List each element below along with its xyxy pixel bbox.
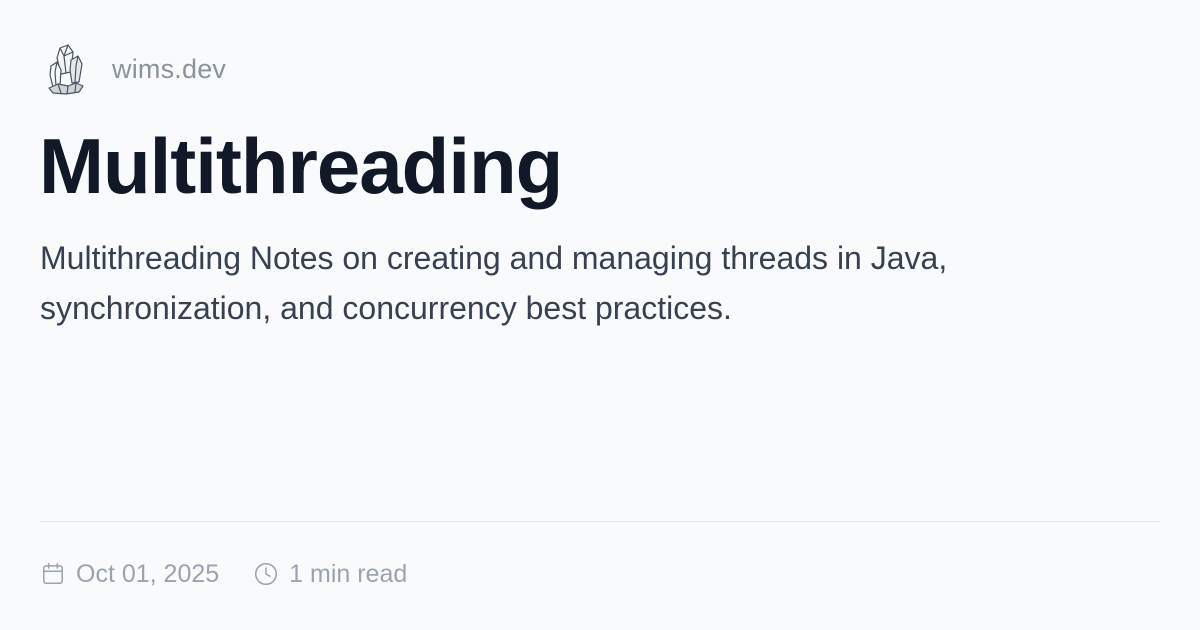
post-read-time: 1 min read	[253, 560, 407, 589]
calendar-icon	[43, 562, 63, 584]
post-title: Multithreading	[39, 122, 563, 210]
site-name[interactable]: wims.dev	[112, 54, 226, 85]
site-brand[interactable]: wims.dev	[44, 40, 226, 98]
post-read-time-text: 1 min read	[289, 559, 408, 588]
divider	[40, 521, 1160, 522]
crystal-icon	[44, 40, 88, 98]
post-date: Oct 01, 2025	[40, 560, 219, 589]
post-meta: Oct 01, 2025 1 min read	[40, 556, 407, 592]
clock-icon	[255, 562, 278, 586]
post-date-text: Oct 01, 2025	[76, 559, 220, 588]
post-description: Multithreading Notes on creating and man…	[40, 240, 948, 326]
